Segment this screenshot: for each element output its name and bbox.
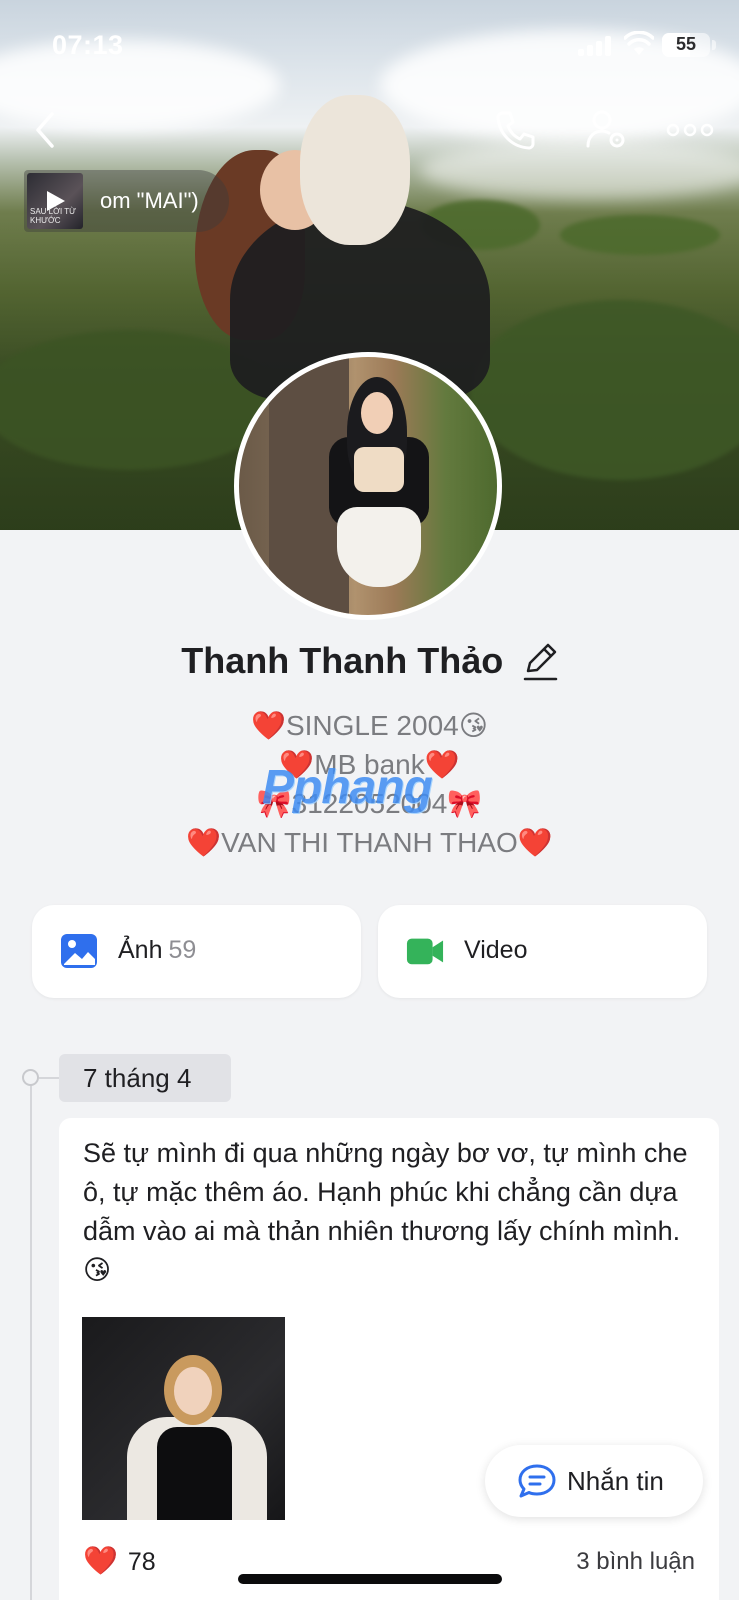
call-button[interactable] xyxy=(490,105,540,155)
music-thumbnail: SAU LỜI TỪ KHƯỚC xyxy=(27,173,83,229)
phone-icon xyxy=(496,111,535,150)
wifi-icon xyxy=(624,31,654,55)
profile-music[interactable]: SAU LỜI TỪ KHƯỚC om "MAI") xyxy=(24,170,229,232)
timeline-dot xyxy=(22,1069,39,1086)
profile-name: Thanh Thanh Thảo xyxy=(181,640,504,681)
battery-level: 55 xyxy=(675,34,697,54)
profile-name-row: Thanh Thanh Thảo xyxy=(0,640,739,690)
battery-icon: 55 xyxy=(662,33,710,57)
photo-icon xyxy=(61,934,97,968)
post-image[interactable] xyxy=(82,1317,285,1520)
videos-button[interactable]: Video xyxy=(378,905,707,998)
video-icon xyxy=(406,938,444,965)
post-text: Sẽ tự mình đi qua những ngày bơ vơ, tự m… xyxy=(83,1138,688,1285)
photos-button[interactable]: Ảnh 59 xyxy=(32,905,361,998)
like-count: 78 xyxy=(127,1548,156,1576)
profile-settings-button[interactable] xyxy=(582,105,632,155)
back-button[interactable] xyxy=(20,105,70,155)
bio-line: ❤️SINGLE 2004😘 xyxy=(251,710,488,741)
timeline-connector xyxy=(39,1077,59,1079)
videos-label: Video xyxy=(464,936,528,964)
photos-label: Ảnh xyxy=(118,936,163,964)
music-thumb-caption: SAU LỜI TỪ KHƯỚC xyxy=(30,207,76,225)
status-time: 07:13 xyxy=(52,30,124,60)
more-horizontal-icon xyxy=(666,123,714,137)
message-button-label: Nhắn tin xyxy=(567,1466,664,1496)
comments-link[interactable]: 3 bình luận xyxy=(576,1548,695,1576)
edit-pencil-icon[interactable] xyxy=(522,641,558,681)
chevron-left-icon xyxy=(36,112,54,148)
home-indicator[interactable] xyxy=(238,1574,502,1584)
like-button[interactable]: ❤️ 78 xyxy=(83,1544,156,1577)
chat-bubble-icon xyxy=(518,1464,556,1498)
timeline-line xyxy=(30,1078,32,1600)
status-bar: 07:13 55 xyxy=(0,0,739,90)
watermark: Pphang xyxy=(262,761,433,814)
heart-icon: ❤️ xyxy=(83,1545,118,1576)
signal-icon xyxy=(578,36,614,56)
timeline-date: 7 tháng 4 xyxy=(59,1054,231,1102)
timeline-post[interactable]: Sẽ tự mình đi qua những ngày bơ vơ, tự m… xyxy=(59,1118,719,1600)
avatar[interactable] xyxy=(234,352,502,620)
user-settings-icon xyxy=(586,110,625,148)
message-button[interactable]: Nhắn tin xyxy=(485,1445,703,1517)
music-title: om "MAI") xyxy=(100,188,199,213)
photos-count: 59 xyxy=(168,936,197,964)
more-button[interactable] xyxy=(660,105,720,155)
bio-line: ❤️VAN THI THANH THAO❤️ xyxy=(186,827,553,858)
